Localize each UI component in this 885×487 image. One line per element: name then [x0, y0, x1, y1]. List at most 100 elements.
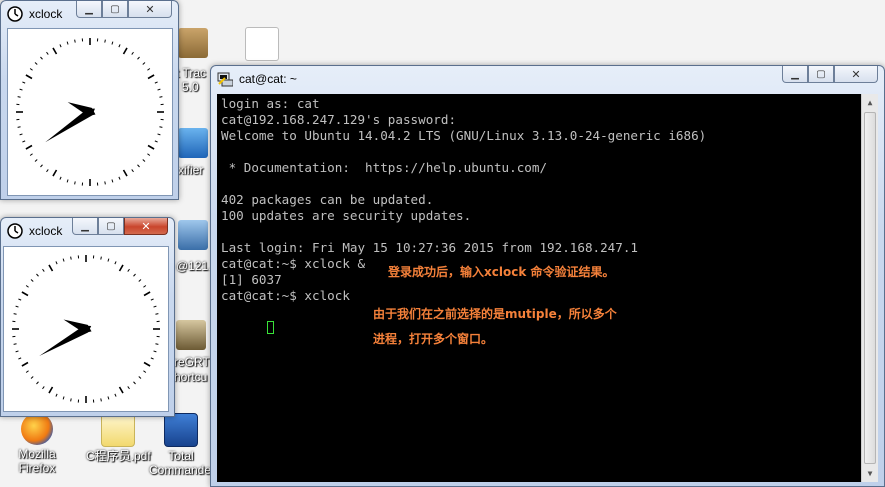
close-button[interactable]: ✕ [124, 218, 168, 235]
clock-minute-tick [17, 96, 21, 98]
window-title: xclock [29, 7, 63, 21]
clock-minute-tick [142, 159, 146, 162]
clock-minute-tick [114, 393, 117, 397]
maximize-button[interactable]: ▢ [808, 66, 834, 83]
desktop-icon-label: Mozilla Firefox [18, 447, 56, 475]
clock-minute-tick [66, 179, 69, 183]
desktop-icon-total-commander[interactable]: Total Commander [149, 413, 215, 477]
text-cursor [266, 321, 274, 334]
clock-hour-tick [118, 386, 124, 394]
scroll-down-icon[interactable]: ▼ [862, 465, 878, 482]
close-icon: ✕ [141, 219, 151, 233]
clock-minute-tick [19, 88, 23, 91]
clock-minute-tick [138, 376, 142, 379]
document-thumbnail-icon[interactable] [245, 27, 279, 61]
terminal-window[interactable]: cat@cat: ~ ▁ ▢ ✕ login as: cat cat@192.16… [210, 65, 885, 487]
desktop-label-partial: reGRT [174, 355, 210, 369]
clock-minute-tick [29, 153, 33, 156]
remote-desktop-icon[interactable] [178, 220, 208, 250]
clock-minute-tick [118, 176, 121, 180]
clock-minute-tick [138, 279, 142, 282]
clock-minute-tick [70, 398, 72, 402]
clock-minute-tick [111, 179, 114, 183]
minimize-button[interactable]: ▁ [72, 218, 98, 235]
window-title: cat@cat: ~ [239, 72, 297, 86]
clock-minute-tick [131, 51, 134, 55]
minimize-button[interactable]: ▁ [76, 1, 102, 18]
scrollbar-thumb[interactable] [864, 112, 876, 464]
desktop-icon-firefox[interactable]: Mozilla Firefox [5, 413, 69, 475]
floppy-disk-icon [164, 413, 198, 447]
clock-minute-tick [59, 44, 62, 48]
clock-minute-tick [22, 81, 26, 84]
clock-minute-tick [143, 370, 147, 373]
clock-minute-tick [133, 381, 136, 385]
minimize-icon: ▁ [791, 68, 799, 80]
clock-minute-tick [154, 81, 158, 84]
clock-minute-tick [25, 370, 29, 373]
scroll-up-icon[interactable]: ▲ [862, 94, 878, 111]
package-icon[interactable] [178, 28, 208, 58]
maximize-button[interactable]: ▢ [102, 1, 128, 18]
xclock-window[interactable]: xclock ▁ ▢ ✕ [0, 0, 179, 200]
clock-minute-tick [17, 126, 21, 128]
terminal-screen[interactable]: login as: cat cat@192.168.247.129's passw… [217, 94, 878, 482]
terminal-line: 100 updates are security updates. [221, 208, 472, 223]
vertical-scrollbar[interactable]: ▲ ▼ [861, 94, 878, 482]
clock-minute-tick [147, 153, 151, 156]
clock-face-area [3, 246, 169, 412]
clock-minute-tick [55, 393, 58, 397]
clock-minute-tick [70, 256, 72, 260]
clock-hour-tick [52, 169, 58, 177]
clock-minute-tick [59, 176, 62, 180]
clock-hour-tick [25, 74, 33, 80]
close-button[interactable]: ✕ [834, 66, 878, 83]
clock-minute-tick [131, 169, 134, 173]
desktop-label-partial: xifier [178, 163, 204, 177]
clock-hour-tick [21, 361, 29, 367]
clock-minute-tick [29, 68, 33, 71]
minimize-button[interactable]: ▁ [782, 66, 808, 83]
clock-minute-tick [159, 126, 163, 128]
clock-minute-tick [40, 56, 43, 60]
xclock-titlebar[interactable]: xclock ▁ ▢ ✕ [1, 218, 174, 244]
clock-minute-tick [155, 343, 159, 345]
clock-minute-tick [13, 313, 17, 315]
clock-minute-tick [133, 273, 136, 277]
putty-icon [217, 72, 233, 87]
clock-minute-tick [137, 56, 140, 60]
clock-hour-tick [147, 74, 155, 80]
desktop-icon-label: C程序员.pdf [86, 449, 151, 463]
exifier-icon[interactable] [178, 128, 208, 158]
desktop-label-partial: hortcu [174, 370, 208, 384]
clock-minute-tick [104, 181, 106, 185]
clock-hour-tick [52, 47, 58, 55]
xclock-window[interactable]: xclock ▁ ▢ ✕ [0, 217, 175, 417]
clock-minute-tick [159, 96, 163, 98]
clock-minute-tick [62, 258, 65, 262]
clock-hour-tick [48, 386, 54, 394]
close-button[interactable]: ✕ [128, 1, 172, 18]
desktop-icon-pdf[interactable]: C程序员.pdf [86, 413, 151, 463]
clock-minute-tick [66, 41, 69, 45]
minimize-icon: ▁ [85, 3, 93, 15]
xclock-titlebar[interactable]: xclock ▁ ▢ ✕ [1, 1, 178, 27]
maximize-icon: ▢ [816, 68, 826, 80]
terminal-line: 402 packages can be updated. [221, 192, 434, 207]
clock-minute-tick [19, 133, 23, 136]
shortcut-icon[interactable] [176, 320, 206, 350]
terminal-titlebar[interactable]: cat@cat: ~ ▁ ▢ ✕ [211, 66, 884, 92]
clock-minute-tick [40, 164, 43, 168]
annotation-text: 由于我们在之前选择的是mutiple，所以多个 [373, 307, 617, 321]
maximize-button[interactable]: ▢ [98, 218, 124, 235]
clock-minute-tick [104, 39, 106, 43]
maximize-icon: ▢ [106, 220, 116, 232]
clock-icon [7, 6, 23, 22]
clock-minute-tick [36, 273, 39, 277]
clock-minute-tick [157, 133, 161, 136]
desktop-label-partial: 5.0 [182, 80, 199, 94]
clock-minute-tick [127, 386, 130, 390]
terminal-line: cat@192.168.247.129's password: [221, 112, 457, 127]
clock-face-area [7, 28, 173, 196]
